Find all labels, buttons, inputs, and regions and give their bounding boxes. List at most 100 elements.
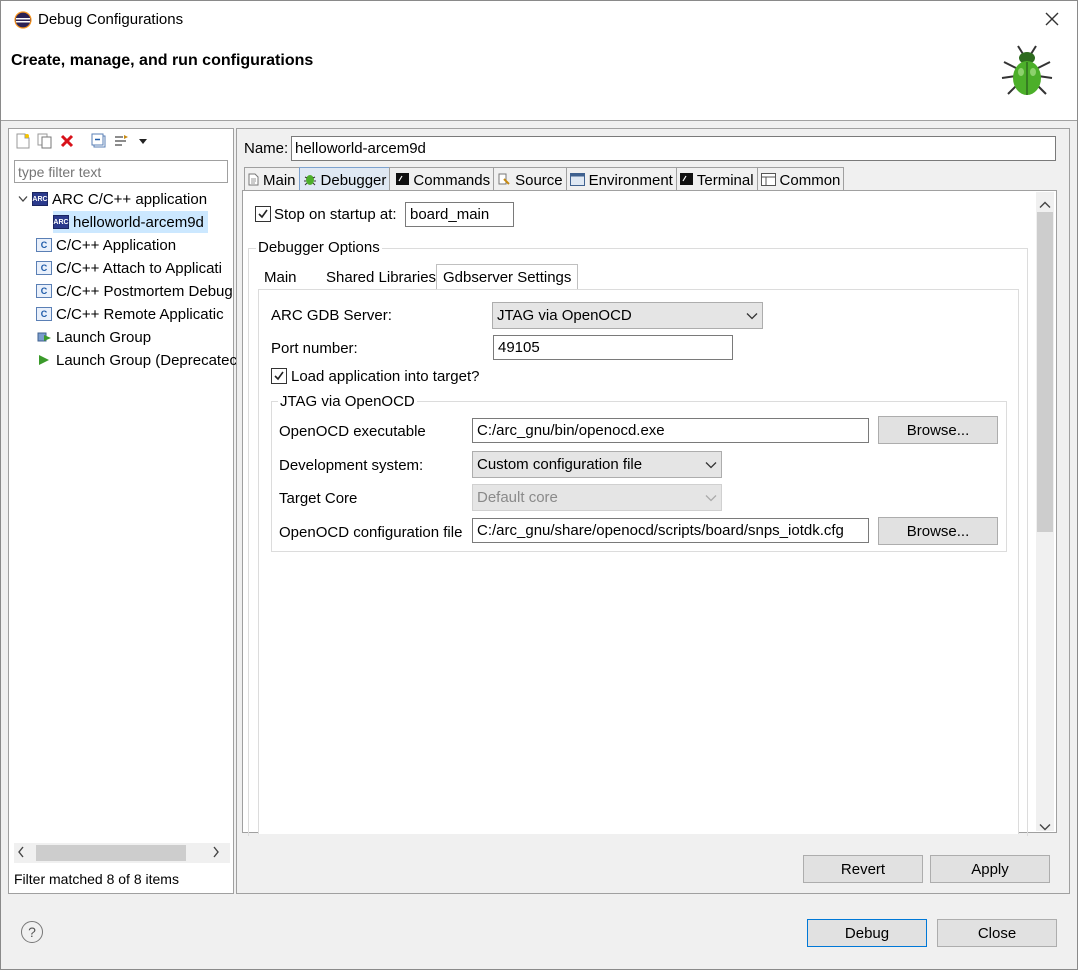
tree-item-arc-cpp-application[interactable]: ARC ARC C/C++ application [14, 188, 207, 210]
development-system-select[interactable]: Custom configuration file [472, 451, 722, 478]
c-icon: C [36, 284, 52, 298]
subtab-main[interactable]: Main [258, 264, 320, 290]
tab-source[interactable]: Source [493, 167, 567, 191]
chevron-down-icon [705, 461, 717, 468]
checkmark-icon [274, 371, 284, 381]
bug-icon [996, 40, 1058, 102]
checkmark-icon [258, 209, 268, 219]
tab-label: Main [263, 172, 296, 189]
tree-item-label: C/C++ Application [56, 236, 177, 254]
filter-input[interactable] [14, 160, 228, 183]
help-icon[interactable]: ? [21, 921, 43, 943]
tree-item-cpp-attach[interactable]: C C/C++ Attach to Applicati [36, 257, 222, 279]
arc-icon: ARC [53, 215, 69, 229]
tab-debugger[interactable]: Debugger [298, 167, 391, 191]
filter-configurations-icon[interactable] [112, 132, 130, 150]
chevron-down-icon [705, 494, 717, 501]
select-value: Custom configuration file [477, 456, 643, 473]
common-icon [760, 172, 776, 189]
select-value: Default core [477, 489, 558, 506]
tree-item-label: C/C++ Attach to Applicati [56, 259, 222, 277]
left-toolbar [14, 131, 152, 151]
target-core-label: Target Core [279, 490, 358, 507]
tab-label: Commands [413, 172, 491, 189]
tab-commands[interactable]: Commands [389, 167, 495, 191]
tree-item-cpp-application[interactable]: C C/C++ Application [36, 234, 176, 256]
tab-common[interactable]: Common [756, 167, 845, 191]
window-title: Debug Configurations [38, 11, 184, 28]
tab-main[interactable]: Main [244, 167, 300, 191]
tab-environment[interactable]: Environment [565, 167, 677, 191]
tree-item-label: C/C++ Remote Applicatic [56, 305, 224, 323]
browse-config-button[interactable]: Browse... [878, 517, 998, 545]
openocd-executable-input[interactable]: C:/arc_gnu/bin/openocd.exe [472, 418, 869, 443]
tree-item-label: C/C++ Postmortem Debug [56, 282, 233, 300]
scroll-up-icon[interactable] [1039, 196, 1051, 212]
c-icon: C [36, 261, 52, 275]
subtab-label: Main [264, 268, 297, 286]
launch-group-deprecated-icon [36, 353, 52, 367]
tree-item-cpp-remote[interactable]: C C/C++ Remote Applicatic [36, 303, 224, 325]
tree-item-launch-group[interactable]: Launch Group [36, 326, 151, 348]
tab-label: Common [779, 172, 841, 189]
port-number-input[interactable]: 49105 [493, 335, 733, 360]
chevron-down-icon[interactable] [14, 195, 32, 203]
subtab-label: Gdbserver Settings [443, 269, 572, 286]
development-system-label: Development system: [279, 457, 424, 474]
debug-button[interactable]: Debug [807, 919, 927, 947]
port-number-label: Port number: [271, 340, 358, 357]
select-value: JTAG via OpenOCD [497, 307, 632, 324]
dialog-header-title: Create, manage, and run configurations [11, 52, 314, 69]
tab-terminal[interactable]: Terminal [675, 167, 758, 191]
new-configuration-icon[interactable] [14, 132, 32, 150]
openocd-config-file-label: OpenOCD configuration file [279, 524, 463, 541]
tree-item-label: Launch Group [56, 328, 152, 346]
launch-group-icon [36, 330, 52, 344]
source-lookup-icon [497, 172, 511, 189]
tree-item-label: helloworld-arcem9d [73, 213, 204, 231]
vertical-scroll-thumb[interactable] [1037, 212, 1053, 532]
delete-configuration-icon[interactable] [58, 132, 76, 150]
target-core-select[interactable]: Default core [472, 484, 722, 511]
c-icon: C [36, 238, 52, 252]
terminal-icon [679, 173, 693, 188]
duplicate-configuration-icon[interactable] [36, 132, 54, 150]
subtab-label: Shared Libraries [326, 268, 437, 286]
name-label: Name: [244, 140, 289, 157]
debugger-bug-icon [303, 172, 317, 189]
configuration-tabs: Main Debugger Commands Source Environmen… [244, 167, 845, 191]
eclipse-icon [14, 11, 32, 29]
horizontal-scroll-thumb[interactable] [36, 845, 186, 861]
tree-item-cpp-postmortem[interactable]: C C/C++ Postmortem Debug [36, 280, 233, 302]
scroll-right-icon[interactable] [212, 846, 220, 861]
arc-gdb-server-select[interactable]: JTAG via OpenOCD [492, 302, 763, 329]
stop-on-startup-checkbox[interactable] [255, 206, 271, 222]
view-menu-chevron-down-icon[interactable] [134, 132, 152, 150]
terminal-icon [396, 173, 410, 188]
scroll-left-icon[interactable] [17, 846, 25, 861]
scroll-down-icon[interactable] [1039, 818, 1051, 834]
configuration-name-input[interactable]: helloworld-arcem9d [291, 136, 1056, 161]
subtab-gdbserver-settings[interactable]: Gdbserver Settings [436, 264, 579, 290]
tab-label: Source [515, 172, 563, 189]
tab-label: Terminal [696, 172, 754, 189]
stop-on-startup-input[interactable]: board_main [405, 202, 514, 227]
close-button[interactable]: Close [937, 919, 1057, 947]
load-application-checkbox[interactable] [271, 368, 287, 384]
apply-button[interactable]: Apply [930, 855, 1050, 883]
c-icon: C [36, 307, 52, 321]
revert-button[interactable]: Revert [803, 855, 923, 883]
document-icon [248, 173, 259, 189]
tree-item-launch-group-deprecated[interactable]: Launch Group (Deprecatec [36, 349, 237, 371]
openocd-executable-label: OpenOCD executable [279, 423, 426, 440]
openocd-config-file-input[interactable]: C:/arc_gnu/share/openocd/scripts/board/s… [472, 518, 869, 543]
subtab-shared-libraries[interactable]: Shared Libraries [320, 264, 436, 290]
tree-item-helloworld-arcem9d[interactable]: ARC helloworld-arcem9d [53, 211, 208, 233]
collapse-all-icon[interactable] [90, 132, 108, 150]
environment-icon [569, 172, 585, 189]
browse-executable-button[interactable]: Browse... [878, 416, 998, 444]
close-window-button[interactable] [1040, 8, 1064, 32]
arc-icon: ARC [32, 192, 48, 206]
close-icon [1045, 12, 1059, 26]
filter-status-text: Filter matched 8 of 8 items [14, 871, 179, 887]
